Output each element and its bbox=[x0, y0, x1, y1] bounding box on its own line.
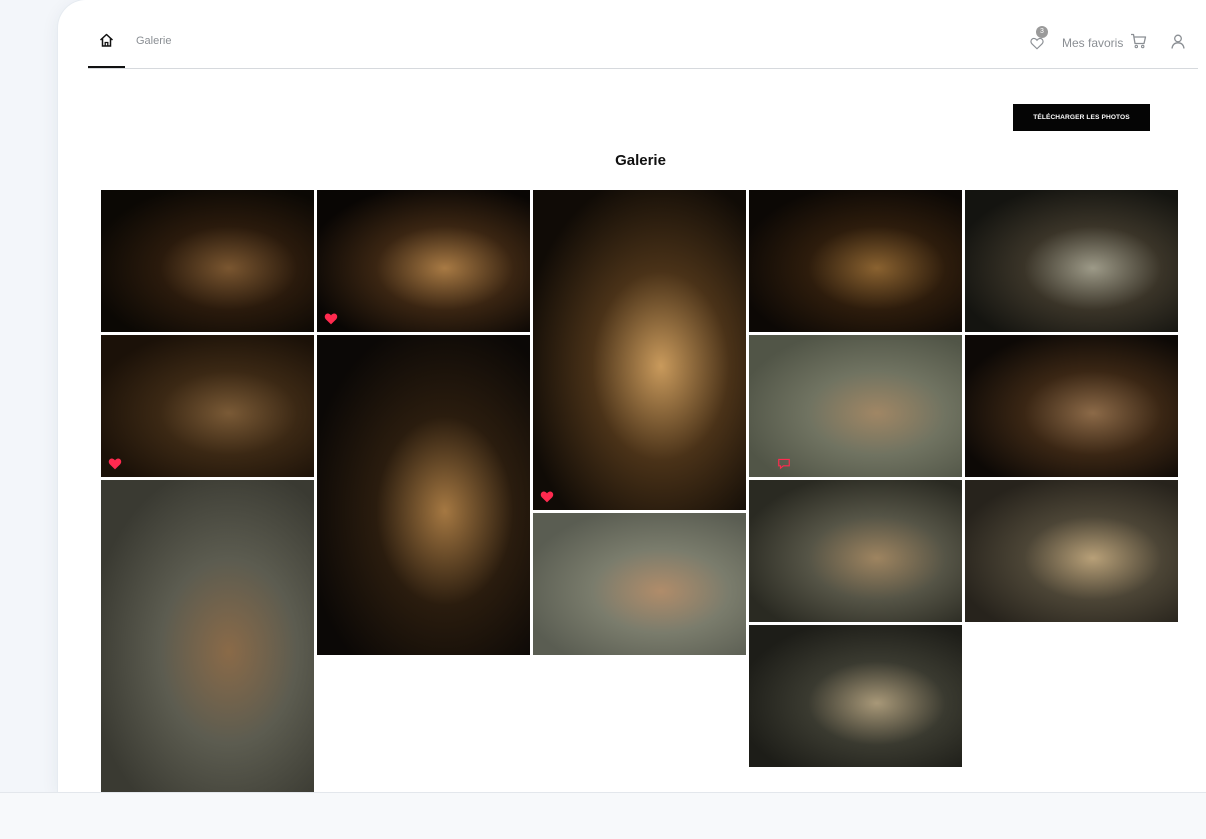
comment-icon[interactable] bbox=[777, 457, 791, 470]
gallery-photo-6[interactable] bbox=[101, 335, 314, 477]
gallery-photo-5[interactable] bbox=[965, 190, 1178, 332]
gallery-photo-2[interactable] bbox=[317, 190, 530, 332]
gallery-photo-10[interactable] bbox=[533, 513, 746, 655]
favorite-heart-icon[interactable] bbox=[540, 490, 554, 503]
favorites-label: Mes favoris bbox=[1062, 36, 1124, 50]
bottom-bar bbox=[0, 792, 1206, 839]
top-navigation: Galerie 3 Mes favoris bbox=[88, 22, 1198, 69]
photo-grid bbox=[101, 190, 1181, 792]
gallery-photo-3[interactable] bbox=[533, 190, 746, 510]
breadcrumb-galerie[interactable]: Galerie bbox=[136, 35, 171, 47]
home-icon bbox=[99, 33, 114, 47]
gallery-photo-14[interactable] bbox=[749, 625, 962, 767]
gallery-photo-11[interactable] bbox=[101, 480, 314, 792]
gallery-title: Galerie bbox=[615, 152, 666, 169]
app-window: Galerie 3 Mes favoris TÉLÉCHARGER LES PH… bbox=[58, 0, 1206, 792]
gallery-photo-4[interactable] bbox=[749, 190, 962, 332]
download-photos-button[interactable]: TÉLÉCHARGER LES PHOTOS bbox=[1013, 104, 1150, 131]
favorites-count-badge: 3 bbox=[1036, 26, 1048, 38]
cart-icon[interactable] bbox=[1130, 33, 1147, 49]
gallery-photo-1[interactable] bbox=[101, 190, 314, 332]
gallery-photo-9[interactable] bbox=[965, 335, 1178, 477]
favorite-heart-icon[interactable] bbox=[108, 457, 122, 470]
gallery-photo-12[interactable] bbox=[749, 480, 962, 622]
home-tab[interactable] bbox=[88, 22, 125, 68]
gallery-photo-7[interactable] bbox=[317, 335, 530, 655]
favorite-heart-icon[interactable] bbox=[324, 312, 338, 325]
gallery-photo-13[interactable] bbox=[965, 480, 1178, 622]
favorites-link[interactable]: 3 Mes favoris bbox=[1030, 26, 1124, 54]
user-icon[interactable] bbox=[1171, 34, 1185, 49]
heart-outline-icon bbox=[1030, 37, 1044, 50]
gallery-photo-8[interactable] bbox=[749, 335, 962, 477]
